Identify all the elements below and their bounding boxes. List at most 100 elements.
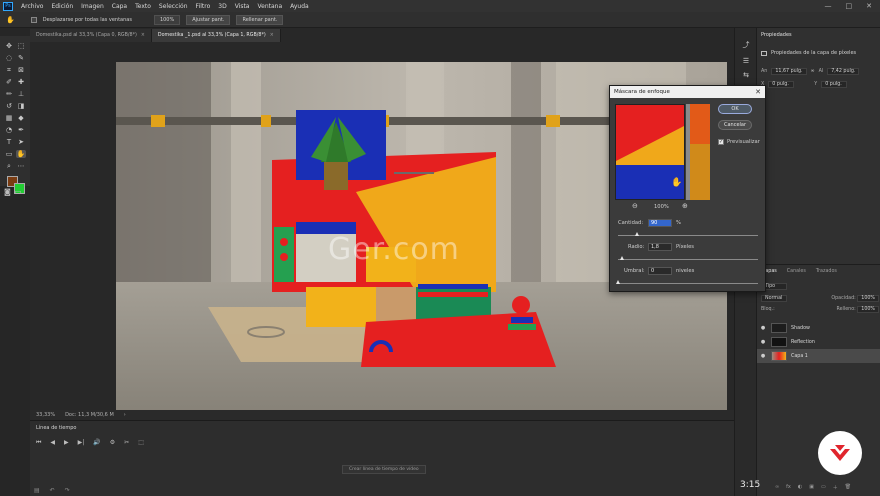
settings-icon[interactable]: ⚙: [110, 439, 115, 447]
tab-trazados[interactable]: Trazados: [811, 269, 842, 274]
preview-checkbox[interactable]: ✓: [718, 139, 724, 145]
more-tools-icon[interactable]: ⋯: [16, 162, 26, 170]
visibility-eye-icon[interactable]: ●: [757, 353, 769, 359]
adjustments-panel-icon[interactable]: ⇆: [740, 70, 752, 80]
menu-item-seleccion[interactable]: Selección: [155, 3, 192, 10]
blur-tool-icon[interactable]: ◆: [16, 114, 26, 122]
menu-item-vista[interactable]: Vista: [231, 3, 254, 10]
layer-name[interactable]: Reflection: [791, 340, 815, 345]
audio-icon[interactable]: 🔊: [93, 439, 100, 447]
menu-item-filtro[interactable]: Filtro: [192, 3, 215, 10]
layer-name[interactable]: Shadow: [791, 326, 810, 331]
fit-screen-button[interactable]: Ajustar pant.: [186, 14, 231, 25]
tab-canales[interactable]: Canales: [782, 269, 811, 274]
path-select-tool-icon[interactable]: ➤: [16, 138, 26, 146]
group-icon[interactable]: ▭: [821, 484, 826, 491]
visibility-eye-icon[interactable]: ●: [757, 339, 769, 345]
preview-box[interactable]: ✋: [615, 104, 685, 200]
ok-button[interactable]: OK: [718, 104, 752, 114]
redo-icon[interactable]: ↷: [65, 487, 70, 494]
healing-tool-icon[interactable]: ✚: [16, 78, 26, 86]
threshold-field[interactable]: 0: [648, 267, 672, 275]
stamp-tool-icon[interactable]: ⊥: [16, 90, 26, 98]
hand-tool-active-icon[interactable]: ✋: [16, 150, 26, 158]
split-icon[interactable]: ✂: [124, 439, 129, 447]
tab-domestika-psd[interactable]: Domestika.psd al 33,3% (Capa 0, RGB/8*) ×: [30, 29, 152, 42]
eyedropper-tool-icon[interactable]: ✐: [4, 78, 14, 86]
zoom-level[interactable]: 33,33%: [36, 410, 55, 420]
blend-mode-select[interactable]: Normal: [761, 295, 787, 302]
radius-slider-thumb[interactable]: [619, 256, 624, 260]
fill-screen-button[interactable]: Rellenar pant.: [236, 14, 284, 25]
brush-tool-icon[interactable]: ✏: [4, 90, 14, 98]
tab-close-icon[interactable]: ×: [270, 33, 274, 38]
menu-item-3d[interactable]: 3D: [214, 3, 230, 10]
menu-item-texto[interactable]: Texto: [131, 3, 155, 10]
zoom-in-icon[interactable]: ⊕: [682, 202, 688, 210]
menu-item-ayuda[interactable]: Ayuda: [286, 3, 313, 10]
zoom-tool-icon[interactable]: ⌕: [4, 162, 14, 170]
properties-tab[interactable]: Propiedades: [761, 32, 792, 38]
quick-mask-icon[interactable]: ◙: [4, 188, 11, 196]
width-field[interactable]: 11,67 pulg.: [771, 68, 807, 75]
height-field[interactable]: 7,42 pulg.: [827, 68, 860, 75]
move-tool-icon[interactable]: ✥: [4, 42, 14, 50]
x-field[interactable]: 0 pulg.: [768, 81, 795, 88]
frames-icon[interactable]: ▤: [34, 487, 40, 494]
cancel-button[interactable]: Cancelar: [718, 120, 752, 130]
menu-item-ventana[interactable]: Ventana: [253, 3, 286, 10]
screen-mode-icon[interactable]: ▭: [15, 188, 22, 196]
next-frame-icon[interactable]: ▶|: [78, 439, 85, 447]
add-mask-icon[interactable]: ▣: [809, 484, 814, 491]
gradient-tool-icon[interactable]: ▦: [4, 114, 14, 122]
prev-frame-icon[interactable]: ◀: [50, 439, 55, 447]
visibility-eye-icon[interactable]: ●: [757, 325, 769, 331]
frame-tool-icon[interactable]: ⊠: [16, 66, 26, 74]
menu-item-capa[interactable]: Capa: [108, 3, 131, 10]
first-frame-icon[interactable]: ⏮: [36, 439, 41, 447]
radius-field[interactable]: 1,8: [648, 243, 672, 251]
layer-style-icon[interactable]: fx: [786, 484, 791, 491]
history-brush-icon[interactable]: ↺: [4, 102, 14, 110]
marquee-tool-icon[interactable]: ⬚: [16, 42, 26, 50]
hand-tool-icon[interactable]: ✋: [6, 16, 15, 24]
quick-select-tool-icon[interactable]: ✎: [16, 54, 26, 62]
status-arrow-icon[interactable]: ›: [124, 410, 126, 420]
dodge-tool-icon[interactable]: ◔: [4, 126, 14, 134]
layer-name[interactable]: Capa 1: [791, 354, 808, 359]
lasso-tool-icon[interactable]: ◌: [4, 54, 14, 62]
minimize-icon[interactable]: —: [825, 2, 832, 10]
close-icon[interactable]: ✕: [866, 2, 872, 10]
tab-domestika-1-psd[interactable]: Domestika _1.psd al 33,3% (Capa 1, RGB/8…: [151, 29, 281, 42]
dialog-title-bar[interactable]: Máscara de enfoque ✕: [610, 86, 765, 98]
menu-item-edicion[interactable]: Edición: [47, 3, 77, 10]
create-video-timeline-button[interactable]: Crear línea de tiempo de vídeo: [342, 465, 426, 474]
tab-close-icon[interactable]: ×: [141, 33, 145, 38]
scroll-all-checkbox[interactable]: [30, 16, 37, 23]
threshold-slider-track[interactable]: [618, 283, 758, 284]
fill-field[interactable]: 100%: [857, 306, 879, 313]
transition-icon[interactable]: ⬚: [138, 439, 144, 447]
y-field[interactable]: 0 pulg.: [821, 81, 848, 88]
pen-tool-icon[interactable]: ✒: [16, 126, 26, 134]
properties-panel-icon[interactable]: ☰: [740, 56, 752, 66]
menu-item-archivo[interactable]: Archivo: [17, 3, 47, 10]
type-tool-icon[interactable]: T: [4, 138, 14, 146]
link-icon[interactable]: ∞: [811, 69, 815, 74]
shape-tool-icon[interactable]: ▭: [4, 150, 14, 158]
delete-layer-icon[interactable]: 🗑: [845, 484, 851, 491]
undo-icon[interactable]: ↶: [50, 487, 55, 494]
layer-row-reflection[interactable]: ● Reflection: [757, 335, 880, 349]
new-layer-icon[interactable]: ＋: [833, 484, 838, 491]
link-layers-icon[interactable]: ∞: [775, 484, 779, 491]
eraser-tool-icon[interactable]: ◨: [16, 102, 26, 110]
zoom-out-icon[interactable]: ⊖: [632, 202, 638, 210]
amount-field[interactable]: 90: [648, 219, 672, 227]
threshold-slider-thumb[interactable]: [615, 280, 620, 284]
amount-slider-thumb[interactable]: [635, 232, 640, 236]
opacity-field[interactable]: 100%: [857, 295, 879, 302]
history-panel-icon[interactable]: ⤴: [740, 40, 752, 50]
play-icon[interactable]: ▶: [64, 439, 69, 447]
crop-tool-icon[interactable]: ⌗: [4, 66, 14, 74]
maximize-icon[interactable]: □: [846, 2, 853, 10]
